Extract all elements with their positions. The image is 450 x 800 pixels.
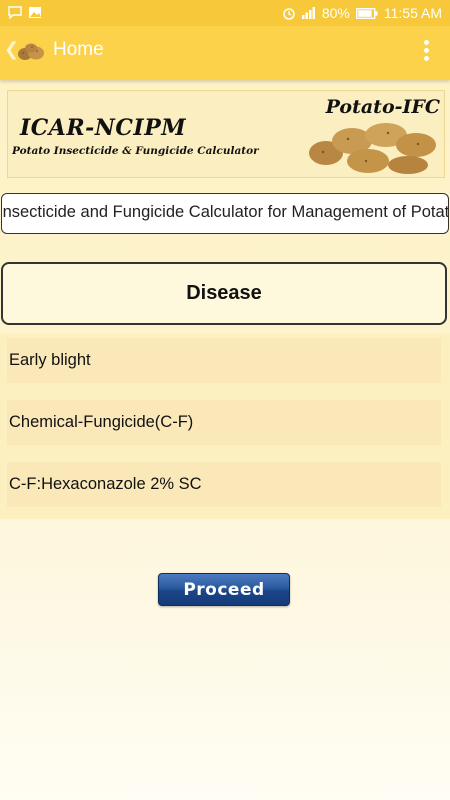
- page-title: Home: [53, 39, 104, 60]
- list-item: Early blight: [0, 333, 450, 395]
- list-item: C-F:Hexaconazole 2% SC: [0, 457, 450, 519]
- potato-logo-icon[interactable]: [17, 42, 45, 62]
- list-item: Chemical-Fungicide(C-F): [0, 395, 450, 457]
- disease-selection[interactable]: Early blight: [7, 338, 441, 383]
- section-heading: Disease: [1, 262, 447, 325]
- potatoes-image: [309, 123, 436, 174]
- chat-icon: [8, 6, 22, 19]
- proceed-button[interactable]: Proceed: [158, 573, 290, 606]
- chemical-selection[interactable]: C-F:Hexaconazole 2% SC: [7, 462, 441, 507]
- description-field[interactable]: Insecticide and Fungicide Calculator for…: [1, 193, 449, 234]
- image-icon: [29, 7, 41, 18]
- description-text: Insecticide and Fungicide Calculator for…: [1, 203, 449, 221]
- battery-icon: [355, 7, 378, 19]
- overflow-menu-icon[interactable]: [422, 40, 430, 66]
- status-bar: 80% 11:55 AM: [0, 0, 450, 26]
- banner-app-name: Potato-IFC: [325, 96, 440, 118]
- banner-subtitle: Potato Insecticide & Fungicide Calculato…: [12, 145, 259, 157]
- signal-icon: [301, 7, 315, 19]
- banner-brand: ICAR-NCIPM: [20, 115, 187, 141]
- app-banner: ICAR-NCIPM Potato Insecticide & Fungicid…: [7, 90, 445, 178]
- control-type-selection[interactable]: Chemical-Fungicide(C-F): [7, 400, 441, 445]
- app-bar: ❮ Home: [0, 26, 450, 80]
- battery-percent: 80%: [321, 5, 350, 21]
- clock: 11:55 AM: [383, 5, 442, 21]
- alarm-icon: [283, 8, 295, 20]
